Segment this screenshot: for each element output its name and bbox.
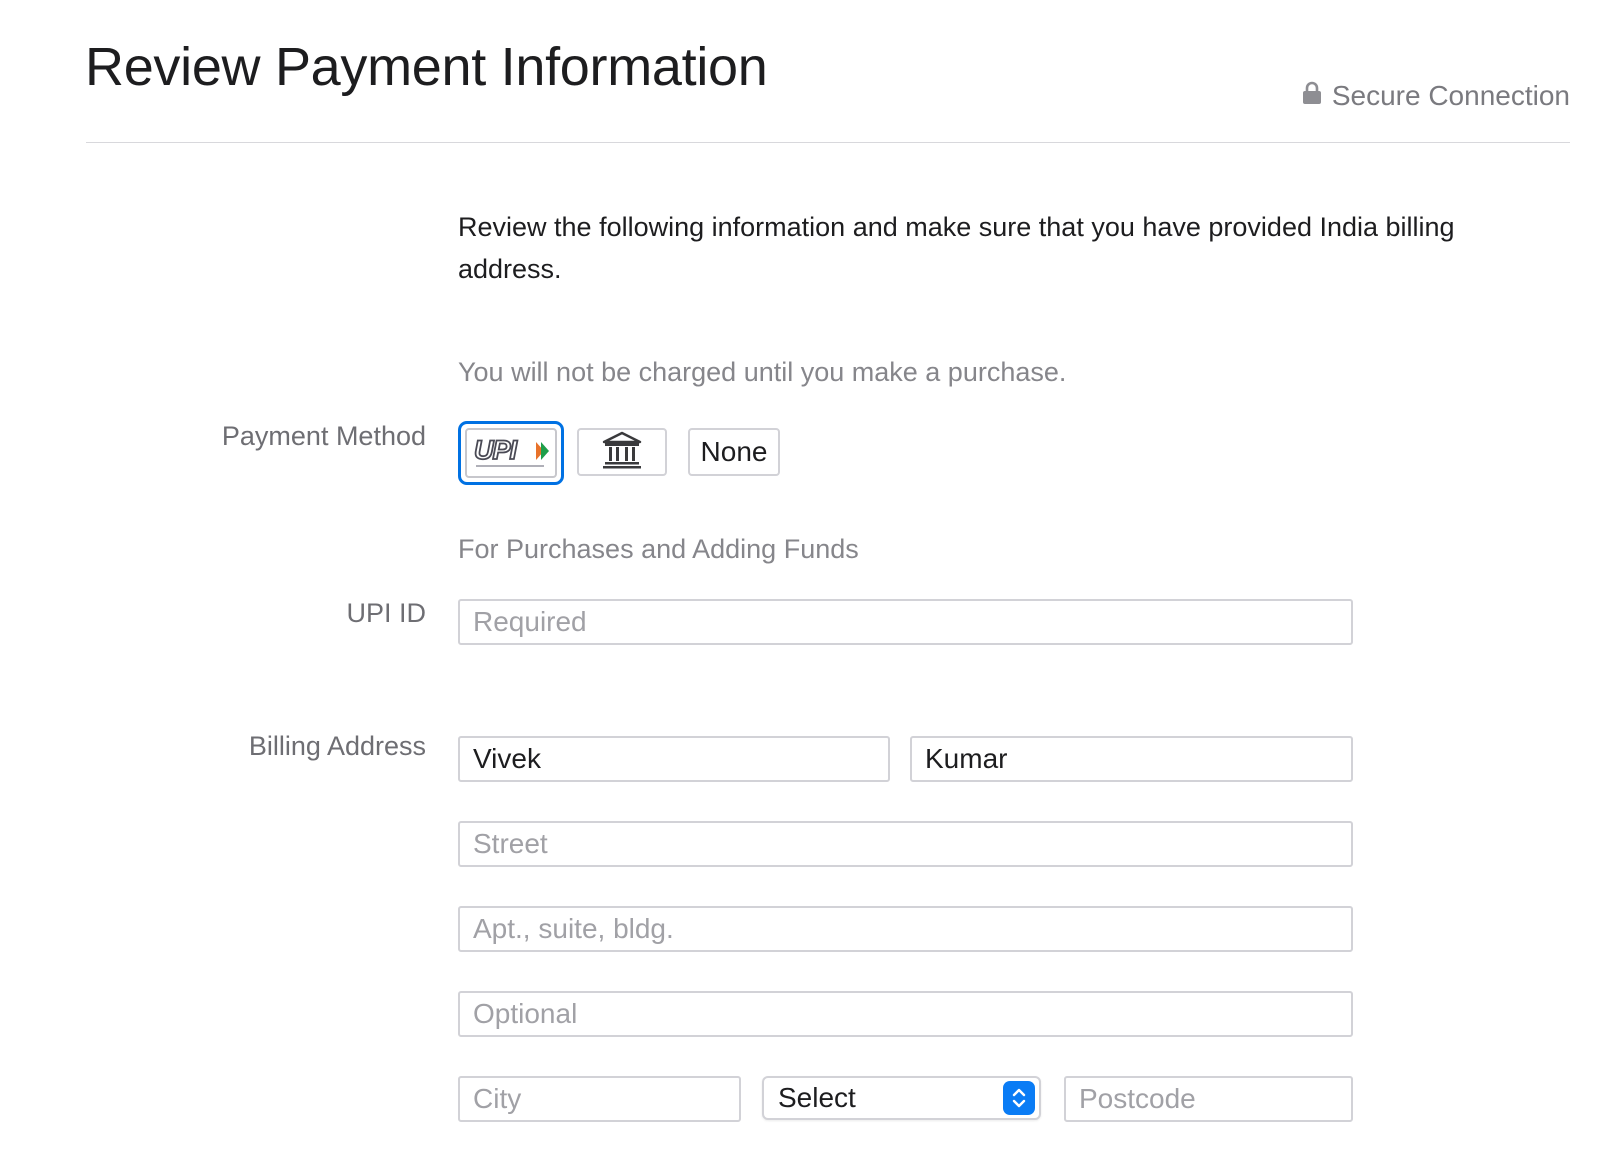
header-divider (86, 142, 1570, 143)
secure-connection: Secure Connection (1302, 80, 1570, 112)
select-arrows-icon (1003, 1081, 1035, 1115)
billing-address-label: Billing Address (248, 731, 426, 761)
bank-icon (602, 431, 642, 474)
purchases-funds-label: For Purchases and Adding Funds (458, 534, 859, 564)
upi-id-label: UPI ID (346, 598, 426, 628)
secure-connection-label: Secure Connection (1331, 80, 1570, 111)
page-title: Review Payment Information (85, 37, 768, 97)
state-select[interactable]: Select (762, 1076, 1041, 1120)
apt-suite-input[interactable] (458, 906, 1353, 952)
postcode-input[interactable] (1064, 1076, 1353, 1122)
state-select-value: Select (778, 1082, 856, 1113)
payment-method-label: Payment Method (221, 421, 426, 451)
charge-note: You will not be charged until you make a… (458, 357, 1067, 387)
first-name-input[interactable] (458, 736, 890, 782)
payment-option-netbanking[interactable] (577, 428, 667, 476)
payment-option-none[interactable]: None (688, 428, 780, 476)
last-name-input[interactable] (910, 736, 1353, 782)
city-input[interactable] (458, 1076, 741, 1122)
street-input[interactable] (458, 821, 1353, 867)
upi-logo-icon: UPI (465, 428, 557, 478)
svg-text:UPI: UPI (474, 435, 518, 465)
lock-icon (1302, 80, 1332, 112)
optional-address-input[interactable] (458, 991, 1353, 1037)
upi-id-input[interactable] (458, 599, 1353, 645)
payment-option-upi[interactable]: UPI (458, 421, 564, 485)
intro-text: Review the following information and mak… (458, 212, 1455, 284)
